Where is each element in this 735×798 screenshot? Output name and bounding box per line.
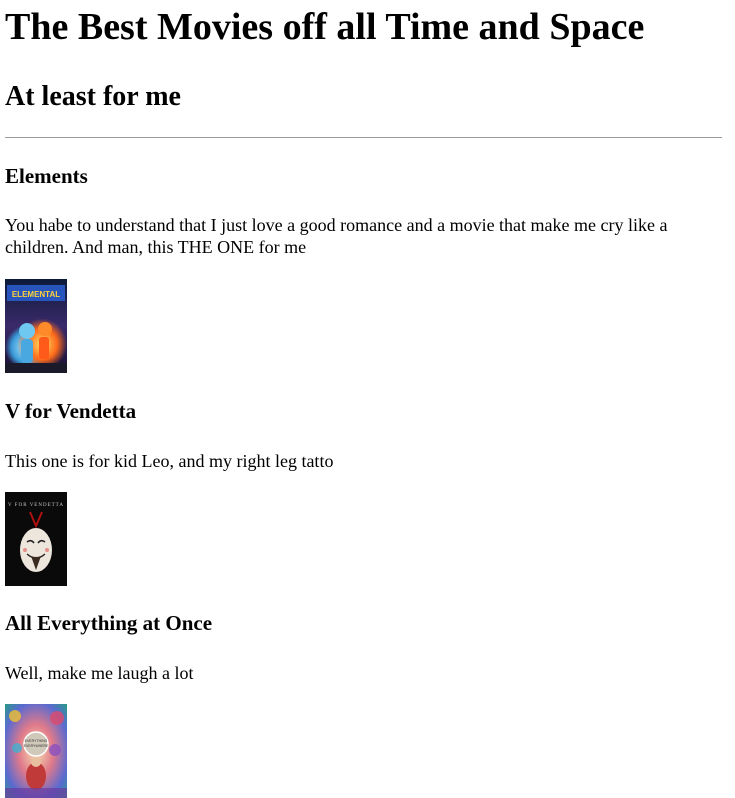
svg-text:EVERYTHING: EVERYTHING: [25, 739, 48, 743]
movie-description-all-everything-at-once: Well, make me laugh a lot: [5, 663, 194, 683]
page-title: The Best Movies off all Time and Space: [5, 6, 645, 48]
divider: [5, 137, 722, 138]
movie-poster-elements: ELEMENTAL: [5, 279, 67, 373]
movie-description-v-for-vendetta: This one is for kid Leo, and my right le…: [5, 451, 334, 471]
movie-title-v-for-vendetta: V for Vendetta: [5, 399, 137, 423]
svg-text:EVERYWHERE: EVERYWHERE: [24, 744, 49, 748]
movie-description-elements: You habe to understand that I just love …: [5, 215, 668, 257]
poster-logo-text: ELEMENTAL: [12, 290, 60, 299]
movie-poster-all-everything-at-once: EVERYTHING EVERYWHERE: [5, 704, 67, 798]
page-container: The Best Movies off all Time and Space A…: [0, 5, 735, 798]
poster-logo-text: V FOR VENDETTA: [8, 503, 64, 508]
movie-title-all-everything-at-once: All Everything at Once: [5, 611, 213, 635]
movie-title-elements: Elements: [5, 164, 88, 188]
movie-poster-v-for-vendetta: V FOR VENDETTA: [5, 492, 67, 586]
page-subtitle: At least for me: [5, 81, 181, 112]
